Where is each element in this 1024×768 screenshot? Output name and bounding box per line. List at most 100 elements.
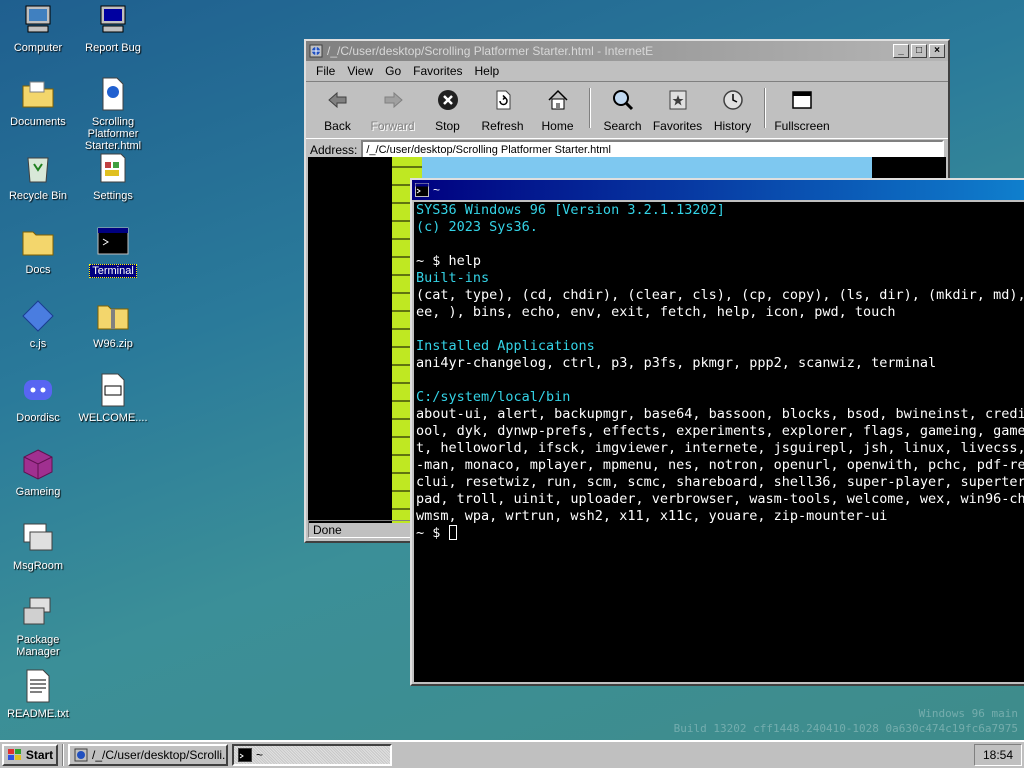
minimize-button[interactable]: _ [893,44,909,58]
desktop-icon[interactable]: Gameing [0,446,76,498]
taskbar-item-label: ~ [256,748,264,762]
desktop-icon[interactable]: Terminal [75,224,151,278]
history-button[interactable]: History [705,86,760,133]
desktop-icon-label: Terminal [89,264,137,278]
forward-label: Forward [370,119,415,133]
stop-icon [437,90,458,110]
ie-menubar: File View Go Favorites Help [306,61,948,81]
terminal-line: SYS36 Windows 96 [Version 3.2.1.13202] [416,202,725,218]
settings-icon [95,150,131,186]
desktop-icon-label: Doordisc [16,412,60,424]
terminal-line: ee, ), bins, echo, env, exit, fetch, hel… [416,304,896,320]
terminal-icon [238,748,252,762]
js-file-icon [20,298,56,334]
ie-title: /_/C/user/desktop/Scrolling Platformer S… [327,44,654,58]
home-icon [547,89,568,110]
forward-arrow-icon [384,91,403,109]
desktop-icon[interactable]: Computer [0,2,76,54]
terminal-line: pad, troll, uinit, uploader, verbrowser,… [416,491,1024,507]
favorites-button[interactable]: Favorites [650,86,705,133]
stop-label: Stop [435,119,460,133]
toolbar-separator [589,88,591,128]
maximize-button[interactable]: □ [911,44,927,58]
msgroom-icon [20,520,56,556]
desktop-icon-label: Recycle Bin [8,190,68,202]
back-button[interactable]: Back [310,86,365,133]
desktop-icon[interactable]: W96.zip [75,298,151,350]
desktop-icon-label: WELCOME.... [78,412,148,424]
search-icon [612,90,633,111]
markdown-file-icon [95,372,131,408]
search-button[interactable]: Search [595,86,650,133]
desktop-icon[interactable]: Package Manager [0,594,76,658]
watermark-line-2: Build 13202 cff1448.240410-1028 0a630c47… [673,722,1018,735]
desktop-icon-label: c.js [29,338,47,350]
favorites-icon [669,90,686,110]
close-button[interactable]: × [929,44,945,58]
folder-icon [20,224,56,260]
desktop-icon[interactable]: WELCOME.... [75,372,151,424]
terminal-line: ani4yr-changelog, ctrl, p3, p3fs, pkmgr,… [416,355,937,371]
terminal-line: about-ui, alert, backupmgr, base64, bass… [416,406,1024,422]
desktop-icon[interactable]: Docs [0,224,76,276]
menu-go[interactable]: Go [379,64,407,78]
desktop-icon-label: W96.zip [93,338,133,350]
home-button[interactable]: Home [530,86,585,133]
folder-documents-icon [20,76,56,112]
desktop-icon[interactable]: Scrolling Platformer Starter.html [75,76,151,152]
menu-file[interactable]: File [310,64,341,78]
menu-view[interactable]: View [341,64,379,78]
terminal-icon [95,224,131,260]
desktop-icon[interactable]: MsgRoom [0,520,76,572]
desktop-icon-label: Documents [10,116,66,128]
desktop-icon[interactable]: Doordisc [0,372,76,424]
build-watermark: Windows 96 main Build 13202 cff1448.2404… [674,706,1018,736]
menu-favorites[interactable]: Favorites [407,64,468,78]
terminal-line: (cat, type), (cd, chdir), (clear, cls), … [416,287,1024,303]
computer-bug-icon [95,2,131,38]
refresh-button[interactable]: Refresh [475,86,530,133]
terminal-line: ool, dyk, dynwp-prefs, effects, experime… [416,423,1024,439]
terminal-output[interactable]: SYS36 Windows 96 [Version 3.2.1.13202] (c… [414,202,1024,682]
terminal-line: ~ $ [416,525,1024,542]
discord-icon [20,372,56,408]
terminal-window[interactable]: ~ SYS36 Windows 96 [Version 3.2.1.13202]… [410,178,1024,686]
taskbar-item-internete[interactable]: /_/C/user/desktop/Scrolli... [68,744,228,766]
ie-titlebar[interactable]: /_/C/user/desktop/Scrolling Platformer S… [306,41,948,61]
desktop-icon[interactable]: README.txt [0,668,76,720]
terminal-icon [415,183,429,197]
back-arrow-icon [327,91,346,109]
start-button[interactable]: Start [2,744,58,766]
menu-help[interactable]: Help [469,64,506,78]
desktop-icon[interactable]: Report Bug [75,2,151,54]
address-label: Address: [310,143,358,157]
desktop-icon-label: Scrolling Platformer Starter.html [84,116,142,152]
computer-icon [20,2,56,38]
stop-button[interactable]: Stop [420,86,475,133]
desktop-icon[interactable]: Recycle Bin [0,150,76,202]
desktop-icon-label: Settings [93,190,133,202]
favorites-label: Favorites [652,119,703,133]
desktop-icon[interactable]: c.js [0,298,76,350]
refresh-icon [496,90,510,110]
fullscreen-icon [792,91,812,109]
taskbar-separator [62,744,64,766]
terminal-line: Built-ins [416,270,490,286]
terminal-line: Installed Applications [416,338,595,354]
history-label: History [713,119,752,133]
system-tray-clock[interactable]: 18:54 [974,744,1022,766]
terminal-line: (c) 2023 Sys36. [416,219,538,235]
internete-icon [74,748,88,762]
desktop-icon[interactable]: Settings [75,150,151,202]
taskbar-item-terminal[interactable]: ~ [232,744,392,766]
fullscreen-button[interactable]: Fullscreen [770,86,834,133]
taskbar: Start /_/C/user/desktop/Scrolli... ~ 18:… [0,740,1024,768]
windows-logo-icon [7,749,21,760]
terminal-line: wmsm, wpa, wrtrun, wsh2, x11, x11c, youa… [416,508,888,524]
zip-folder-icon [95,298,131,334]
forward-button[interactable]: Forward [365,86,420,133]
terminal-titlebar[interactable]: ~ [412,180,1024,200]
desktop-icon[interactable]: Documents [0,76,76,128]
